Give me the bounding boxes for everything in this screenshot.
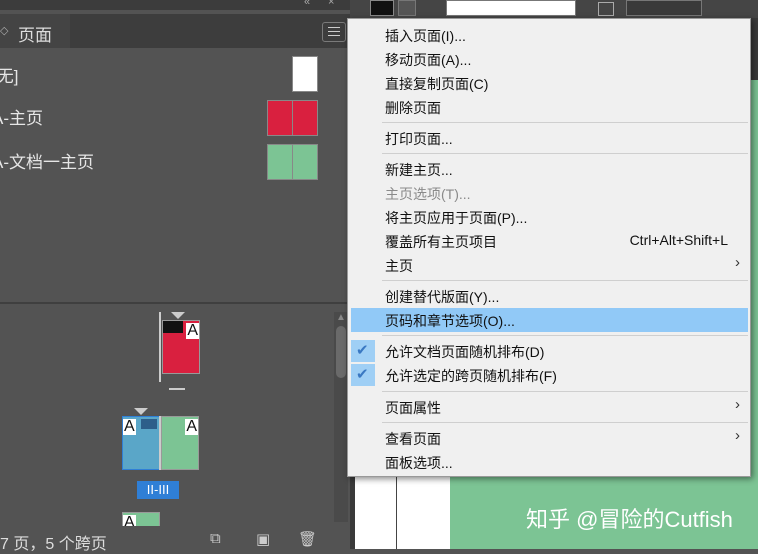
pages-panel-menu: 插入页面(I)... 移动页面(A)... 直接复制页面(C) 删除页面 打印页…: [347, 18, 751, 477]
checkmark-icon: ✔: [356, 366, 369, 383]
menu-item-panel-options[interactable]: 面板选项...: [348, 450, 750, 474]
submenu-arrow-icon: ›: [735, 254, 740, 271]
menu-separator: [382, 153, 748, 154]
page-bar: [141, 419, 157, 429]
page-thumb-2[interactable]: A: [122, 416, 160, 470]
master-item-a-doc[interactable]: A-文档一主页: [0, 140, 340, 180]
checkmark-icon: ✔: [356, 342, 369, 359]
spread-indicator-icon: [171, 312, 185, 319]
menu-item-print-pages[interactable]: 打印页面...: [348, 126, 750, 150]
spine-line: [159, 416, 161, 470]
master-label: A-主页: [0, 109, 43, 128]
menu-separator: [382, 391, 748, 392]
menu-item-page-attributes[interactable]: 页面属性 ›: [348, 395, 750, 419]
pages-panel: « × ◇ 页面 [无] A-主页 A-文档一主页 A A A II-III: [0, 0, 350, 553]
page-edge-line: [396, 470, 397, 549]
spread-label-selected[interactable]: II-III: [137, 481, 179, 499]
menu-item-create-alternate-layout[interactable]: 创建替代版面(Y)...: [348, 284, 750, 308]
zoom-field[interactable]: [626, 0, 702, 16]
master-item-a[interactable]: A-主页: [0, 96, 340, 136]
menu-item-label: 主页选项(T)...: [385, 186, 471, 202]
spread-indicator-icon: [134, 408, 148, 415]
menu-item-move-pages[interactable]: 移动页面(A)...: [348, 47, 750, 71]
menu-item-label: 查看页面: [385, 431, 441, 447]
menu-item-label: 允许文档页面随机排布(D): [385, 344, 545, 360]
menu-item-label: 移动页面(A)...: [385, 52, 472, 68]
menu-item-masters[interactable]: 主页 ›: [348, 253, 750, 277]
menu-item-allow-document-pages-shuffle[interactable]: ✔ 允许文档页面随机排布(D): [348, 339, 750, 363]
submenu-arrow-icon: ›: [735, 396, 740, 413]
menu-separator: [382, 280, 748, 281]
scrollbar-thumb[interactable]: [336, 326, 346, 378]
menu-item-allow-spread-shuffle[interactable]: ✔ 允许选定的跨页随机排布(F): [348, 363, 750, 387]
menu-item-label: 页码和章节选项(O)...: [385, 313, 515, 329]
menu-item-label: 新建主页...: [385, 162, 453, 178]
page-thumb-1[interactable]: A: [162, 320, 200, 374]
trash-icon[interactable]: 🗑: [298, 530, 317, 548]
menu-item-numbering-section-options[interactable]: 页码和章节选项(O)...: [351, 308, 748, 332]
menu-item-label: 打印页面...: [385, 131, 453, 147]
menu-separator: [382, 422, 748, 423]
page-bar: [163, 321, 183, 333]
menu-shortcut: Ctrl+Alt+Shift+L: [629, 232, 728, 248]
panel-footer: 7 页，5 个跨页 ⧉ ▣ 🗑: [0, 526, 350, 553]
tab-pages[interactable]: ◇ 页面: [0, 14, 70, 48]
watermark-text: 知乎 @冒险的Cutfish: [526, 507, 733, 532]
close-panel-icon[interactable]: ×: [328, 0, 334, 8]
menu-item-label: 删除页面: [385, 100, 441, 116]
panel-menu-icon[interactable]: [322, 22, 346, 42]
master-thumb-right: [292, 100, 318, 136]
panel-topbar: « ×: [0, 0, 350, 10]
page-thumb-3[interactable]: A: [161, 416, 199, 470]
page-master-letter: A: [123, 418, 136, 435]
collapse-arrows-icon[interactable]: «: [304, 0, 310, 8]
menu-item-label: 覆盖所有主页项目: [385, 234, 497, 250]
menu-item-insert-pages[interactable]: 插入页面(I)...: [348, 23, 750, 47]
swatch-arrow-button[interactable]: [398, 0, 416, 16]
page-number-mark: [169, 388, 185, 390]
menu-item-override-master-items[interactable]: 覆盖所有主页项目 Ctrl+Alt+Shift+L: [348, 229, 750, 253]
menu-item-view-pages[interactable]: 查看页面 ›: [348, 426, 750, 450]
scroll-up-icon[interactable]: ▲: [336, 312, 346, 323]
page-master-letter: A: [186, 322, 199, 339]
document-toolbar: [350, 0, 758, 18]
master-thumb-right: [292, 144, 318, 180]
menu-item-duplicate-page[interactable]: 直接复制页面(C): [348, 71, 750, 95]
menu-separator: [382, 335, 748, 336]
stroke-swatch[interactable]: [370, 0, 394, 16]
menu-item-label: 将主页应用于页面(P)...: [385, 210, 528, 226]
menu-item-label: 页面属性: [385, 400, 441, 416]
spine-line: [159, 312, 161, 382]
menu-item-label: 创建替代版面(Y)...: [385, 289, 500, 305]
master-label: [无]: [0, 67, 19, 86]
menu-item-delete-page[interactable]: 删除页面: [348, 95, 750, 119]
menu-item-label: 主页: [385, 258, 413, 274]
zoom-icon: [598, 2, 614, 16]
menu-separator: [382, 122, 748, 123]
master-label: A-文档一主页: [0, 153, 94, 172]
stroke-style-field[interactable]: [446, 0, 576, 16]
duplicate-icon[interactable]: ⧉: [210, 530, 221, 547]
menu-item-label: 直接复制页面(C): [385, 76, 489, 92]
menu-item-apply-master[interactable]: 将主页应用于页面(P)...: [348, 205, 750, 229]
page-count-text: 7 页，5 个跨页: [0, 536, 107, 553]
master-item-none[interactable]: [无]: [0, 54, 340, 94]
menu-item-new-master[interactable]: 新建主页...: [348, 157, 750, 181]
page-master-letter: A: [185, 418, 198, 435]
menu-item-master-options: 主页选项(T)...: [348, 181, 750, 205]
panel-tabstrip: [70, 14, 350, 48]
menu-item-label: 插入页面(I)...: [385, 28, 466, 44]
submenu-arrow-icon: ›: [735, 427, 740, 444]
menu-item-label: 允许选定的跨页随机排布(F): [385, 368, 557, 384]
tab-expand-icon: ◇: [0, 25, 9, 37]
master-thumb-none: [292, 56, 318, 92]
master-thumb-left: [267, 144, 293, 180]
tab-pages-label: 页面: [18, 26, 52, 45]
panel-divider[interactable]: [0, 302, 350, 304]
new-page-icon[interactable]: ▣: [256, 530, 270, 548]
menu-item-label: 面板选项...: [385, 455, 453, 471]
master-thumb-left: [267, 100, 293, 136]
